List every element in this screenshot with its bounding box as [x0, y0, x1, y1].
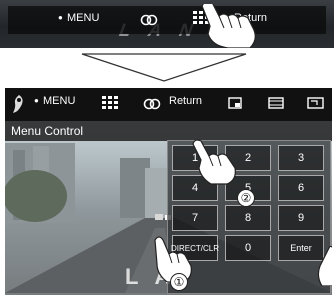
menu-button[interactable]: MENU — [43, 95, 75, 107]
menu-dot-icon: ● — [34, 96, 39, 105]
key-3[interactable]: 3 — [278, 145, 324, 171]
aspect-icon[interactable] — [228, 97, 242, 109]
link-icon[interactable] — [143, 98, 161, 110]
tapping-hand-icon — [316, 246, 332, 286]
app-logo-icon — [10, 94, 26, 114]
step-arrow — [0, 48, 334, 88]
title-bar: Menu Control — [5, 121, 332, 141]
screen-icon[interactable] — [307, 97, 325, 110]
top-menu-button[interactable]: MENU — [67, 12, 99, 24]
film-icon[interactable] — [268, 97, 284, 109]
step-callout-1: ① — [170, 273, 188, 291]
screen-toolbar: ● MENU Return — [5, 88, 332, 121]
grid-icon[interactable] — [102, 96, 118, 110]
top-toolbar: ● MENU Return — [8, 6, 326, 34]
key-8[interactable]: 8 — [225, 205, 271, 231]
return-button[interactable]: Return — [169, 95, 202, 107]
key-7[interactable]: 7 — [172, 205, 218, 231]
step-callout-2: ② — [237, 189, 255, 207]
key-9[interactable]: 9 — [278, 205, 324, 231]
tapping-hand-icon — [198, 4, 260, 48]
top-strip-screen: LAN ● MENU Return — [0, 0, 334, 48]
page-title: Menu Control — [11, 124, 84, 138]
menu-control-screen: LA ● MENU Return Menu Control 1 2 3 4 5 … — [5, 88, 332, 295]
menu-dot-icon: ● — [58, 13, 63, 22]
tapping-hand-icon — [191, 138, 239, 186]
key-6[interactable]: 6 — [278, 175, 324, 201]
link-icon[interactable] — [140, 14, 158, 26]
key-0[interactable]: 0 — [225, 235, 271, 261]
